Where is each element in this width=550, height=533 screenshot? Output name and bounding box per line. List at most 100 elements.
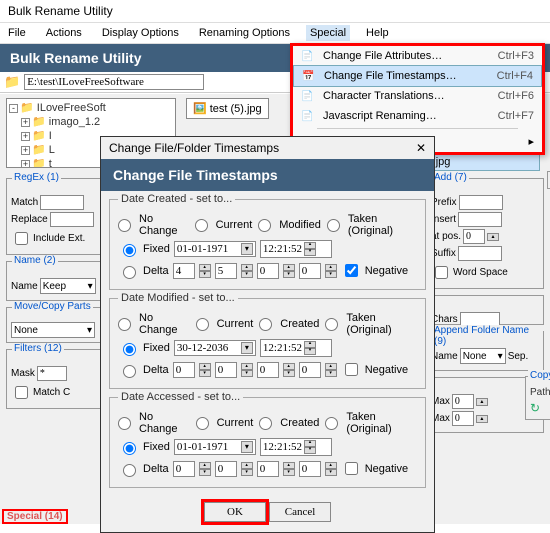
file-row[interactable]: ).jpg — [425, 154, 540, 171]
delta-s[interactable]: 0 — [299, 461, 321, 477]
delta-m[interactable]: 0 — [257, 461, 279, 477]
name-mode-select[interactable]: Keep▾ — [40, 278, 96, 294]
date-input[interactable]: 30-12-2036▾ — [174, 340, 256, 356]
label-name: Name — [11, 281, 38, 292]
expand-icon[interactable]: + — [21, 160, 30, 168]
date-input[interactable]: 01-01-1971▾ — [174, 439, 256, 455]
delta-d[interactable]: 0 — [173, 362, 195, 378]
spin-down-icon[interactable]: ▾ — [304, 249, 316, 256]
label-match: Match — [11, 197, 38, 208]
expand-icon[interactable]: + — [21, 118, 30, 127]
radio-current[interactable] — [196, 318, 209, 331]
cancel-button[interactable]: Cancel — [269, 502, 331, 522]
date-input[interactable]: 01-01-1971▾ — [174, 241, 256, 257]
regex-match-input[interactable] — [40, 195, 84, 210]
expand-icon[interactable]: + — [21, 132, 30, 141]
prefix-input[interactable] — [459, 195, 503, 210]
match-case-checkbox[interactable] — [15, 386, 28, 399]
time-input[interactable]: 12:21:52▴▾ — [260, 438, 332, 456]
label-taken: Taken (Original) — [346, 411, 417, 435]
time-input[interactable]: 12:21:52▴▾ — [260, 339, 332, 357]
radio-nochange[interactable] — [118, 318, 131, 331]
menu-item-change-timestamps[interactable]: 📅 Change File Timestamps… Ctrl+F4 — [293, 65, 542, 87]
insert-input[interactable] — [458, 212, 502, 227]
move-select[interactable]: None▾ — [11, 322, 95, 338]
delta-h[interactable]: 5 — [215, 263, 237, 279]
menu-display[interactable]: Display Options — [98, 25, 183, 41]
mask-input[interactable] — [37, 366, 67, 381]
negative-checkbox[interactable] — [345, 363, 358, 376]
ok-button[interactable]: OK — [204, 502, 266, 522]
radio-nochange[interactable] — [118, 417, 131, 430]
max-input[interactable] — [452, 394, 474, 409]
spinner-icon[interactable]: ▴ — [476, 398, 488, 406]
menu-rename[interactable]: Renaming Options — [195, 25, 294, 41]
delta-d[interactable]: 4 — [173, 263, 195, 279]
spinner-icon[interactable]: ▴ — [476, 415, 488, 423]
folder-icon[interactable]: 📁 — [4, 74, 20, 90]
radio-fixed[interactable] — [123, 442, 136, 455]
delta-h[interactable]: 0 — [215, 461, 237, 477]
menu-separator — [317, 128, 518, 129]
menu-help[interactable]: Help — [362, 25, 393, 41]
delta-s[interactable]: 0 — [299, 263, 321, 279]
suffix-input[interactable] — [458, 246, 502, 261]
label-current: Current — [217, 417, 254, 429]
include-ext-checkbox[interactable] — [15, 232, 28, 245]
word-space-checkbox[interactable] — [435, 266, 448, 279]
tab-special[interactable]: Special (14) — [2, 509, 68, 524]
delta-s[interactable]: 0 — [299, 362, 321, 378]
radio-taken[interactable] — [325, 417, 338, 430]
label-nochange: No Change — [139, 312, 190, 336]
path-input[interactable] — [24, 74, 204, 90]
radio-taken[interactable] — [327, 219, 340, 232]
negative-checkbox[interactable] — [345, 462, 358, 475]
radio-created[interactable] — [259, 318, 272, 331]
delta-m[interactable]: 0 — [257, 362, 279, 378]
folder-icon: 📁 — [20, 102, 34, 114]
radio-current[interactable] — [196, 417, 209, 430]
menu-file[interactable]: File — [4, 25, 30, 41]
time-value: 12:21:52 — [263, 441, 302, 453]
radio-current[interactable] — [195, 219, 208, 232]
tree-label: imago_1.2 — [49, 116, 100, 128]
expand-icon[interactable]: - — [9, 104, 18, 113]
atpos-input[interactable] — [463, 229, 485, 244]
chevron-down-icon[interactable]: ▾ — [241, 243, 253, 255]
menu-actions[interactable]: Actions — [42, 25, 86, 41]
radio-modified[interactable] — [258, 219, 271, 232]
regex-replace-input[interactable] — [50, 212, 94, 227]
radio-delta[interactable] — [123, 266, 136, 279]
radio-taken[interactable] — [325, 318, 338, 331]
append-select[interactable]: None▾ — [460, 348, 506, 364]
delta-h[interactable]: 0 — [215, 362, 237, 378]
delta-m[interactable]: 0 — [257, 263, 279, 279]
menu-item-js-renaming[interactable]: 📄 Javascript Renaming… Ctrl+F7 — [293, 106, 542, 126]
label-nochange: No Change — [139, 213, 189, 237]
chevron-down-icon[interactable]: ▾ — [241, 441, 253, 453]
spinner-icon[interactable]: ▴ — [487, 233, 499, 241]
menu-item-change-attributes[interactable]: 📄 Change File Attributes… Ctrl+F3 — [293, 46, 542, 66]
radio-created[interactable] — [259, 417, 272, 430]
close-icon[interactable]: ✕ — [416, 141, 426, 155]
radio-fixed[interactable] — [123, 343, 136, 356]
expand-icon[interactable]: + — [21, 146, 30, 155]
max2-input[interactable] — [452, 411, 474, 426]
time-input[interactable]: 12:21:52▴▾ — [260, 240, 332, 258]
select-value: Keep — [43, 281, 66, 292]
file-list-header[interactable]: 🖼️ test (5).jpg — [186, 98, 269, 119]
label-negative: Negative — [365, 265, 408, 277]
menu-item-char-translations[interactable]: 📄 Character Translations… Ctrl+F6 — [293, 86, 542, 106]
chevron-down-icon[interactable]: ▾ — [241, 342, 253, 354]
menu-special[interactable]: Special — [306, 25, 350, 41]
radio-fixed[interactable] — [123, 244, 136, 257]
radio-nochange[interactable] — [118, 219, 131, 232]
negative-checkbox[interactable] — [345, 264, 358, 277]
radio-delta[interactable] — [123, 464, 136, 477]
panel-add: Add (7) Prefix Insert at pos. ▴ Suffix W… — [426, 178, 544, 289]
refresh-icon[interactable]: ↻ — [530, 401, 550, 415]
doc-icon: 📄 — [297, 109, 315, 123]
radio-delta[interactable] — [123, 365, 136, 378]
spin-up-icon[interactable]: ▴ — [304, 242, 316, 249]
delta-d[interactable]: 0 — [173, 461, 195, 477]
